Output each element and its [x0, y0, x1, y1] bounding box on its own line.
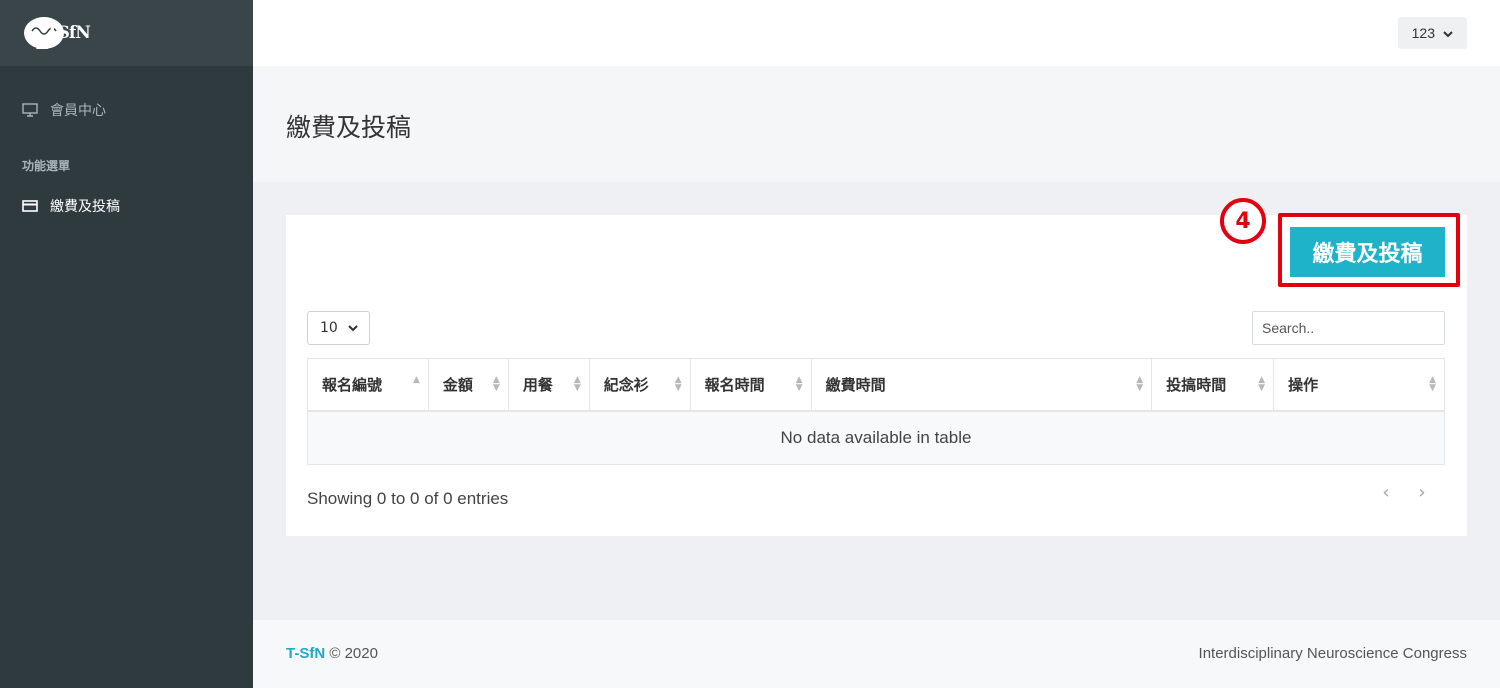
table-info: Showing 0 to 0 of 0 entries — [307, 489, 509, 508]
page-header: 繳費及投稿 — [253, 66, 1500, 182]
sort-icon: ▲ ▼ — [1429, 375, 1436, 393]
top-bar: 123 — [253, 0, 1500, 66]
table-row: No data available in table — [307, 410, 1445, 465]
column-header[interactable]: 報名時間 ▲ ▼ — [689, 358, 812, 412]
column-header[interactable]: 繳費時間 ▲ ▼ — [810, 358, 1153, 412]
chevron-down-icon — [348, 320, 358, 336]
sort-icon: ▲ ▼ — [795, 375, 803, 393]
sort-icon: ▲ ▼ — [674, 375, 682, 393]
column-header[interactable]: 用餐 ▲ ▼ — [507, 358, 590, 412]
table-header-row: 報名編號 ▲ 金額 ▲ ▼ 用餐 ▲ ▼ 紀念衫 ▲ ▼ 報名時間 ▲ ▼ 繳費時間 ▲ ▼ 投搞時間… — [307, 358, 1445, 412]
sidebar-item-member-center[interactable]: 會員中心 — [0, 100, 106, 120]
pay-submit-button[interactable]: 繳費及投稿 — [1290, 227, 1445, 277]
sort-icon: ▲ ▼ — [573, 375, 581, 393]
sort-icon: ▲ ▼ — [1258, 375, 1266, 393]
user-menu-button[interactable]: 123 — [1397, 17, 1467, 49]
user-label: 123 — [1411, 25, 1435, 41]
sidebar-item-label: 繳費及投稿 — [50, 199, 120, 215]
page-size-value: 10 — [320, 320, 338, 336]
sidebar: TSfN 會員中心 功能選單 繳費及投稿 — [0, 0, 253, 688]
search-input[interactable] — [1252, 311, 1445, 345]
pagination: ‹ › — [1378, 482, 1430, 503]
chevron-left-icon[interactable]: ‹ — [1378, 482, 1394, 503]
column-header[interactable]: 操作 ▲ ▼ — [1273, 358, 1445, 412]
logo-text: TSfN — [46, 23, 91, 43]
footer-brand-link[interactable]: T-SfN — [286, 645, 325, 662]
monitor-icon — [22, 102, 38, 118]
sort-icon: ▲ ▼ — [492, 375, 500, 393]
sort-asc-icon: ▲ — [412, 375, 420, 385]
brain-logo-icon[interactable]: TSfN — [22, 13, 91, 53]
page-title: 繳費及投稿 — [286, 113, 412, 142]
footer-tagline: Interdisciplinary Neuroscience Congress — [1198, 645, 1467, 662]
sidebar-item-pay-submit[interactable]: 繳費及投稿 — [0, 196, 120, 216]
sort-icon: ▲ ▼ — [1136, 375, 1144, 393]
chevron-down-icon — [1443, 25, 1453, 41]
chevron-right-icon[interactable]: › — [1414, 482, 1430, 503]
page-size-select[interactable]: 10 — [307, 311, 370, 345]
column-header[interactable]: 金額 ▲ ▼ — [427, 358, 509, 412]
column-header[interactable]: 投搞時間 ▲ ▼ — [1151, 358, 1275, 412]
footer-copyright: T-SfN © 2020 — [286, 645, 378, 662]
column-header[interactable]: 紀念衫 ▲ ▼ — [588, 358, 691, 412]
column-header[interactable]: 報名編號 ▲ — [307, 358, 429, 412]
empty-message: No data available in table — [307, 410, 1445, 465]
step-badge: 4 — [1220, 198, 1266, 244]
credit-card-icon — [22, 198, 38, 214]
sidebar-section-label: 功能選單 — [22, 159, 71, 173]
logo-bar: TSfN — [0, 0, 253, 66]
footer: T-SfN © 2020 Interdisciplinary Neuroscie… — [253, 620, 1500, 688]
sidebar-item-label: 會員中心 — [50, 103, 106, 119]
data-table: 報名編號 ▲ 金額 ▲ ▼ 用餐 ▲ ▼ 紀念衫 ▲ ▼ 報名時間 ▲ ▼ 繳費時間 ▲ ▼ 投搞時間… — [307, 358, 1445, 465]
copyright-text: © 2020 — [329, 645, 378, 662]
